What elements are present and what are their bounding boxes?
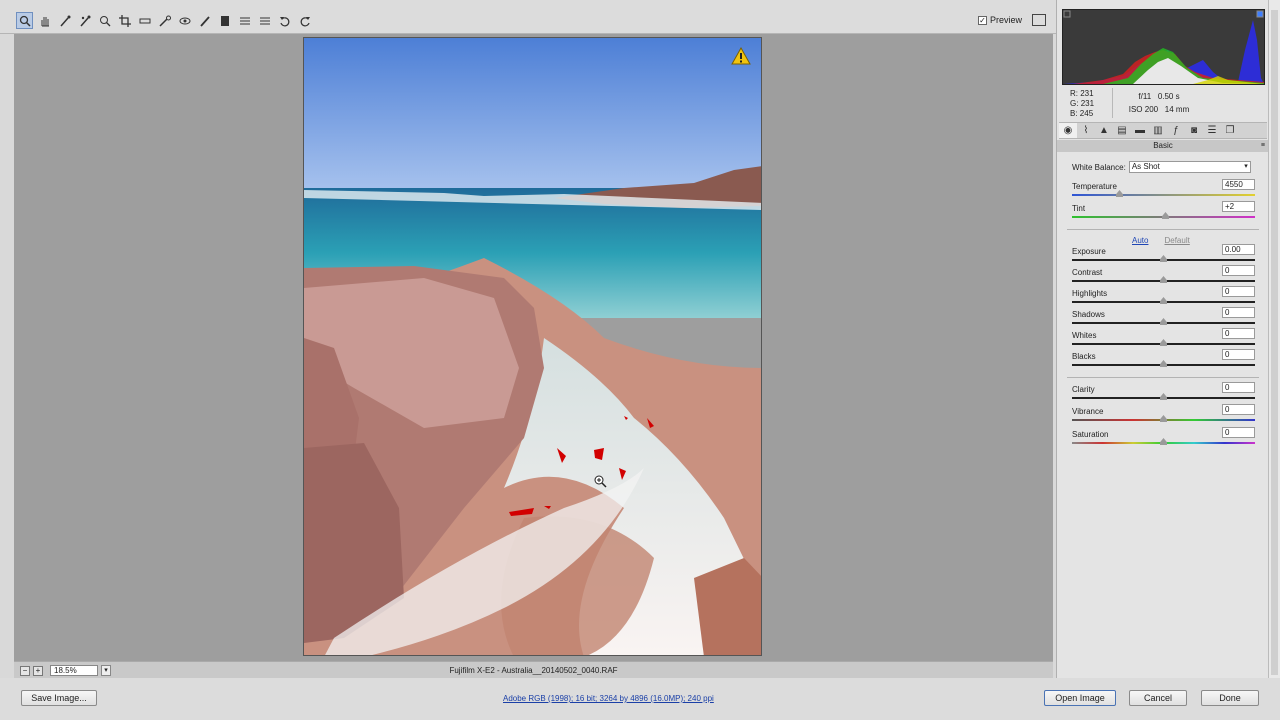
spot-removal-icon[interactable]	[156, 12, 173, 29]
histogram	[1062, 9, 1265, 85]
divider	[1067, 229, 1259, 230]
vibrance-label: Vibrance	[1072, 407, 1104, 416]
preferences-icon[interactable]	[256, 12, 273, 29]
graduated-filter-icon[interactable]	[216, 12, 233, 29]
clarity-value[interactable]: 0	[1222, 382, 1255, 393]
bottom-bar: Save Image... Adobe RGB (1998); 16 bit; …	[0, 678, 1280, 720]
temperature-thumb[interactable]	[1116, 190, 1123, 197]
auto-link[interactable]: Auto	[1132, 236, 1148, 245]
done-button[interactable]: Done	[1201, 690, 1259, 706]
clarity-label: Clarity	[1072, 385, 1095, 394]
blacks-label: Blacks	[1072, 352, 1096, 361]
whites-value[interactable]: 0	[1222, 328, 1255, 339]
preview-toggle[interactable]: ✓ Preview	[978, 15, 1022, 25]
panel-tabs: ◉ ⌇ ▲ ▤ ▬ ▥ ƒ ◙ ☰ ❐	[1059, 122, 1267, 139]
shadows-label: Shadows	[1072, 310, 1105, 319]
photo-preview[interactable]	[303, 37, 762, 656]
readout-divider	[1112, 88, 1113, 118]
photo-image	[304, 38, 761, 655]
red-eye-icon[interactable]	[176, 12, 193, 29]
shadows-value[interactable]: 0	[1222, 307, 1255, 318]
tone-curve-icon[interactable]: ⌇	[1077, 123, 1095, 138]
hand-icon[interactable]	[36, 12, 53, 29]
divider	[1067, 377, 1259, 378]
zoom-icon[interactable]	[16, 12, 33, 29]
adjustments-panel: R: 231 G: 231 B: 245 f/11 0.50 s ISO 200…	[1056, 0, 1269, 678]
saturation-label: Saturation	[1072, 430, 1109, 439]
panel-scrollbar[interactable]	[1268, 0, 1280, 678]
preview-checkbox[interactable]: ✓	[978, 15, 987, 25]
highlights-value[interactable]: 0	[1222, 286, 1255, 297]
radial-filter-icon[interactable]	[236, 12, 253, 29]
crop-icon[interactable]	[116, 12, 133, 29]
default-link[interactable]: Default	[1164, 236, 1189, 245]
hsl-icon[interactable]: ▤	[1113, 123, 1131, 138]
camera-info: f/11 0.50 s ISO 200 14 mm	[1128, 92, 1190, 114]
saturation-thumb[interactable]	[1160, 438, 1167, 445]
white-balance-select[interactable]: As Shot ▾	[1128, 161, 1251, 173]
shadow-clip-icon	[1063, 10, 1071, 18]
image-canvas[interactable]	[14, 34, 1053, 661]
contrast-value[interactable]: 0	[1222, 265, 1255, 276]
highlights-label: Highlights	[1072, 289, 1108, 298]
open-image-button[interactable]: Open Image	[1044, 690, 1116, 706]
temperature-value[interactable]: 4550	[1222, 179, 1255, 190]
targeted-adjust-icon[interactable]	[96, 12, 113, 29]
highlight-clip-icon	[1256, 10, 1264, 18]
basic-icon[interactable]: ◉	[1059, 123, 1077, 138]
shadows-thumb[interactable]	[1160, 318, 1167, 325]
exposure-thumb[interactable]	[1160, 255, 1167, 262]
presets-icon[interactable]: ☰	[1203, 123, 1221, 138]
contrast-label: Contrast	[1072, 268, 1103, 277]
tool-strip	[16, 12, 313, 29]
tint-value[interactable]: +2	[1222, 201, 1255, 212]
saturation-value[interactable]: 0	[1222, 427, 1255, 438]
highlights-thumb[interactable]	[1160, 297, 1167, 304]
workflow-options-link[interactable]: Adobe RGB (1998); 16 bit; 3264 by 4896 (…	[503, 694, 714, 703]
split-toning-icon[interactable]: ▬	[1131, 123, 1149, 138]
color-sampler-icon[interactable]	[76, 12, 93, 29]
detail-icon[interactable]: ▲	[1095, 123, 1113, 138]
adjustment-brush-icon[interactable]	[196, 12, 213, 29]
exposure-label: Exposure	[1072, 247, 1106, 256]
contrast-thumb[interactable]	[1160, 276, 1167, 283]
status-bar: − + 18.5% ▾ Fujifilm X-E2 - Australia__2…	[14, 661, 1053, 678]
blacks-value[interactable]: 0	[1222, 349, 1255, 360]
white-balance-label: White Balance:	[1072, 162, 1126, 172]
straighten-icon[interactable]	[136, 12, 153, 29]
exposure-value[interactable]: 0.00	[1222, 244, 1255, 255]
clarity-thumb[interactable]	[1160, 393, 1167, 400]
snapshots-icon[interactable]: ❐	[1221, 123, 1239, 138]
save-image-button[interactable]: Save Image...	[21, 690, 97, 706]
file-name: Fujifilm X-E2 - Australia__20140502_0040…	[449, 666, 618, 675]
section-title: Basic	[1153, 141, 1173, 150]
blacks-thumb[interactable]	[1160, 360, 1167, 367]
whites-thumb[interactable]	[1160, 339, 1167, 346]
vibrance-value[interactable]: 0	[1222, 404, 1255, 415]
rotate-right-icon[interactable]	[296, 12, 313, 29]
white-balance-icon[interactable]	[56, 12, 73, 29]
tint-thumb[interactable]	[1162, 212, 1169, 219]
panel-menu-icon[interactable]: ≡	[1261, 140, 1265, 152]
cancel-button[interactable]: Cancel	[1129, 690, 1187, 706]
toolbar: ✓ Preview	[0, 0, 1056, 34]
lens-corrections-icon[interactable]: ▥	[1149, 123, 1167, 138]
effects-icon[interactable]: ƒ	[1167, 123, 1185, 138]
fullscreen-icon[interactable]	[1032, 14, 1046, 26]
whites-label: Whites	[1072, 331, 1097, 340]
histogram-graph	[1063, 10, 1264, 84]
warning-icon[interactable]	[731, 47, 751, 65]
section-header: Basic ≡	[1057, 140, 1269, 152]
rgb-readout: R: 231 G: 231 B: 245	[1070, 89, 1095, 118]
chevron-down-icon: ▾	[1244, 163, 1248, 170]
camera-calibration-icon[interactable]: ◙	[1185, 123, 1203, 138]
vibrance-thumb[interactable]	[1160, 415, 1167, 422]
preview-label: Preview	[990, 15, 1023, 25]
zoom-cursor-icon	[594, 475, 607, 488]
auto-default-row: Auto Default	[1132, 236, 1190, 245]
white-balance-row: White Balance: As Shot ▾	[1072, 161, 1251, 173]
rotate-left-icon[interactable]	[276, 12, 293, 29]
